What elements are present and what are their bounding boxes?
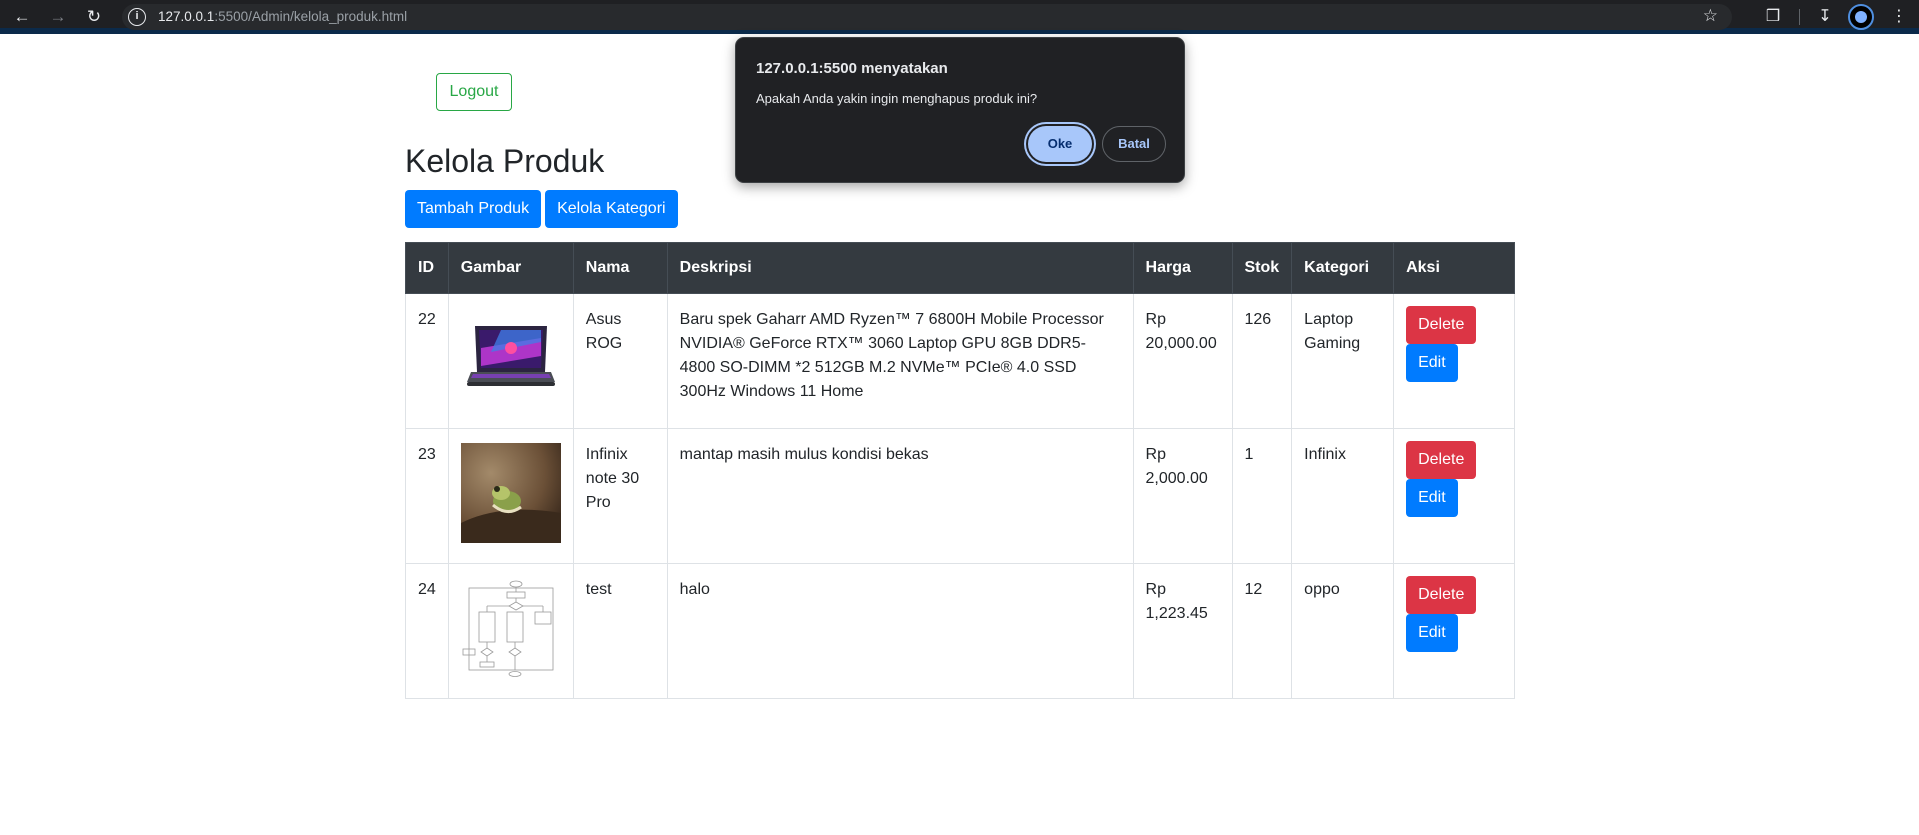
dialog-cancel-button[interactable]: Batal (1102, 126, 1166, 162)
cell-id: 23 (405, 428, 449, 564)
cell-deskripsi: Baru spek Gaharr AMD Ryzen™ 7 6800H Mobi… (666, 293, 1134, 429)
edit-button[interactable]: Edit (1406, 344, 1458, 382)
cell-deskripsi: mantap masih mulus kondisi bekas (666, 428, 1134, 564)
cell-harga: Rp 20,000.00 (1132, 293, 1233, 429)
profile-avatar[interactable] (1848, 4, 1874, 30)
delete-button[interactable]: Delete (1406, 441, 1477, 479)
frog-photo-image (460, 443, 561, 543)
action-button-row: Tambah Produk Kelola Kategori (405, 190, 678, 228)
back-arrow-icon[interactable]: ← (8, 5, 36, 29)
download-icon[interactable]: ↧ (1812, 5, 1838, 29)
column-header-nama: Nama (572, 242, 668, 294)
table-row: 23 Infinix note 30 Pro mantap masih mulu… (405, 428, 1515, 564)
menu-kebab-icon[interactable]: ⋮ (1886, 5, 1912, 29)
address-bar[interactable]: i 127.0.0.1:5500/Admin/kelola_produk.htm… (122, 4, 1732, 30)
cell-stok: 1 (1231, 428, 1293, 564)
cell-kategori: oppo (1291, 563, 1395, 699)
cell-aksi: Delete Edit (1393, 563, 1515, 699)
cell-stok: 126 (1231, 293, 1293, 429)
cell-id: 24 (405, 563, 449, 699)
column-header-gambar: Gambar (447, 242, 574, 294)
delete-button[interactable]: Delete (1406, 306, 1477, 344)
column-header-deskripsi: Deskripsi (666, 242, 1134, 294)
edit-button[interactable]: Edit (1406, 479, 1458, 517)
column-header-aksi: Aksi (1393, 242, 1515, 294)
cell-nama: Asus ROG (572, 293, 668, 429)
cell-image (447, 293, 574, 429)
column-header-stok: Stok (1231, 242, 1293, 294)
toolbar-divider (1799, 9, 1800, 25)
laptop-image (460, 308, 561, 408)
dialog-title: 127.0.0.1:5500 menyatakan (756, 60, 948, 77)
cell-nama: test (572, 563, 668, 699)
bookmark-star-icon[interactable]: ☆ (1703, 6, 1718, 26)
page-title: Kelola Produk (405, 143, 605, 179)
dialog-ok-button[interactable]: Oke (1028, 126, 1092, 162)
table-row: 22 Asus ROG Baru spek Gaharr AMD Ryzen™ … (405, 293, 1515, 429)
cell-image (447, 428, 574, 564)
edit-button[interactable]: Edit (1406, 614, 1458, 652)
cell-kategori: Infinix (1291, 428, 1395, 564)
manage-category-button[interactable]: Kelola Kategori (545, 190, 678, 228)
cell-harga: Rp 2,000.00 (1132, 428, 1233, 564)
table-row: 24 test halo Rp 1,223.45 12 oppo Delete … (405, 563, 1515, 699)
flowchart-image (460, 578, 561, 678)
column-header-kategori: Kategori (1291, 242, 1395, 294)
column-header-id: ID (405, 242, 449, 294)
cell-aksi: Delete Edit (1393, 293, 1515, 429)
add-product-button[interactable]: Tambah Produk (405, 190, 542, 228)
confirm-dialog: 127.0.0.1:5500 menyatakan Apakah Anda ya… (735, 37, 1185, 183)
cell-kategori: Laptop Gaming (1291, 293, 1395, 429)
forward-arrow-icon[interactable]: → (44, 5, 72, 29)
column-header-harga: Harga (1132, 242, 1233, 294)
dialog-message: Apakah Anda yakin ingin menghapus produk… (756, 91, 1038, 106)
cell-aksi: Delete Edit (1393, 428, 1515, 564)
reload-icon[interactable]: ↻ (80, 5, 108, 29)
site-info-icon[interactable]: i (128, 8, 146, 26)
delete-button[interactable]: Delete (1406, 576, 1477, 614)
product-table: ID Gambar Nama Deskripsi Harga Stok Kate… (405, 242, 1515, 699)
cell-nama: Infinix note 30 Pro (572, 428, 668, 564)
extensions-icon[interactable]: ❒ (1760, 5, 1786, 29)
browser-toolbar: ← → ↻ i 127.0.0.1:5500/Admin/kelola_prod… (0, 0, 1919, 34)
url-text[interactable]: 127.0.0.1:5500/Admin/kelola_produk.html (158, 9, 407, 24)
logout-button[interactable]: Logout (436, 73, 512, 111)
cell-stok: 12 (1231, 563, 1293, 699)
table-header-row: ID Gambar Nama Deskripsi Harga Stok Kate… (405, 242, 1515, 294)
cell-harga: Rp 1,223.45 (1132, 563, 1233, 699)
cell-image (447, 563, 574, 699)
cell-deskripsi: halo (666, 563, 1134, 699)
cell-id: 22 (405, 293, 449, 429)
